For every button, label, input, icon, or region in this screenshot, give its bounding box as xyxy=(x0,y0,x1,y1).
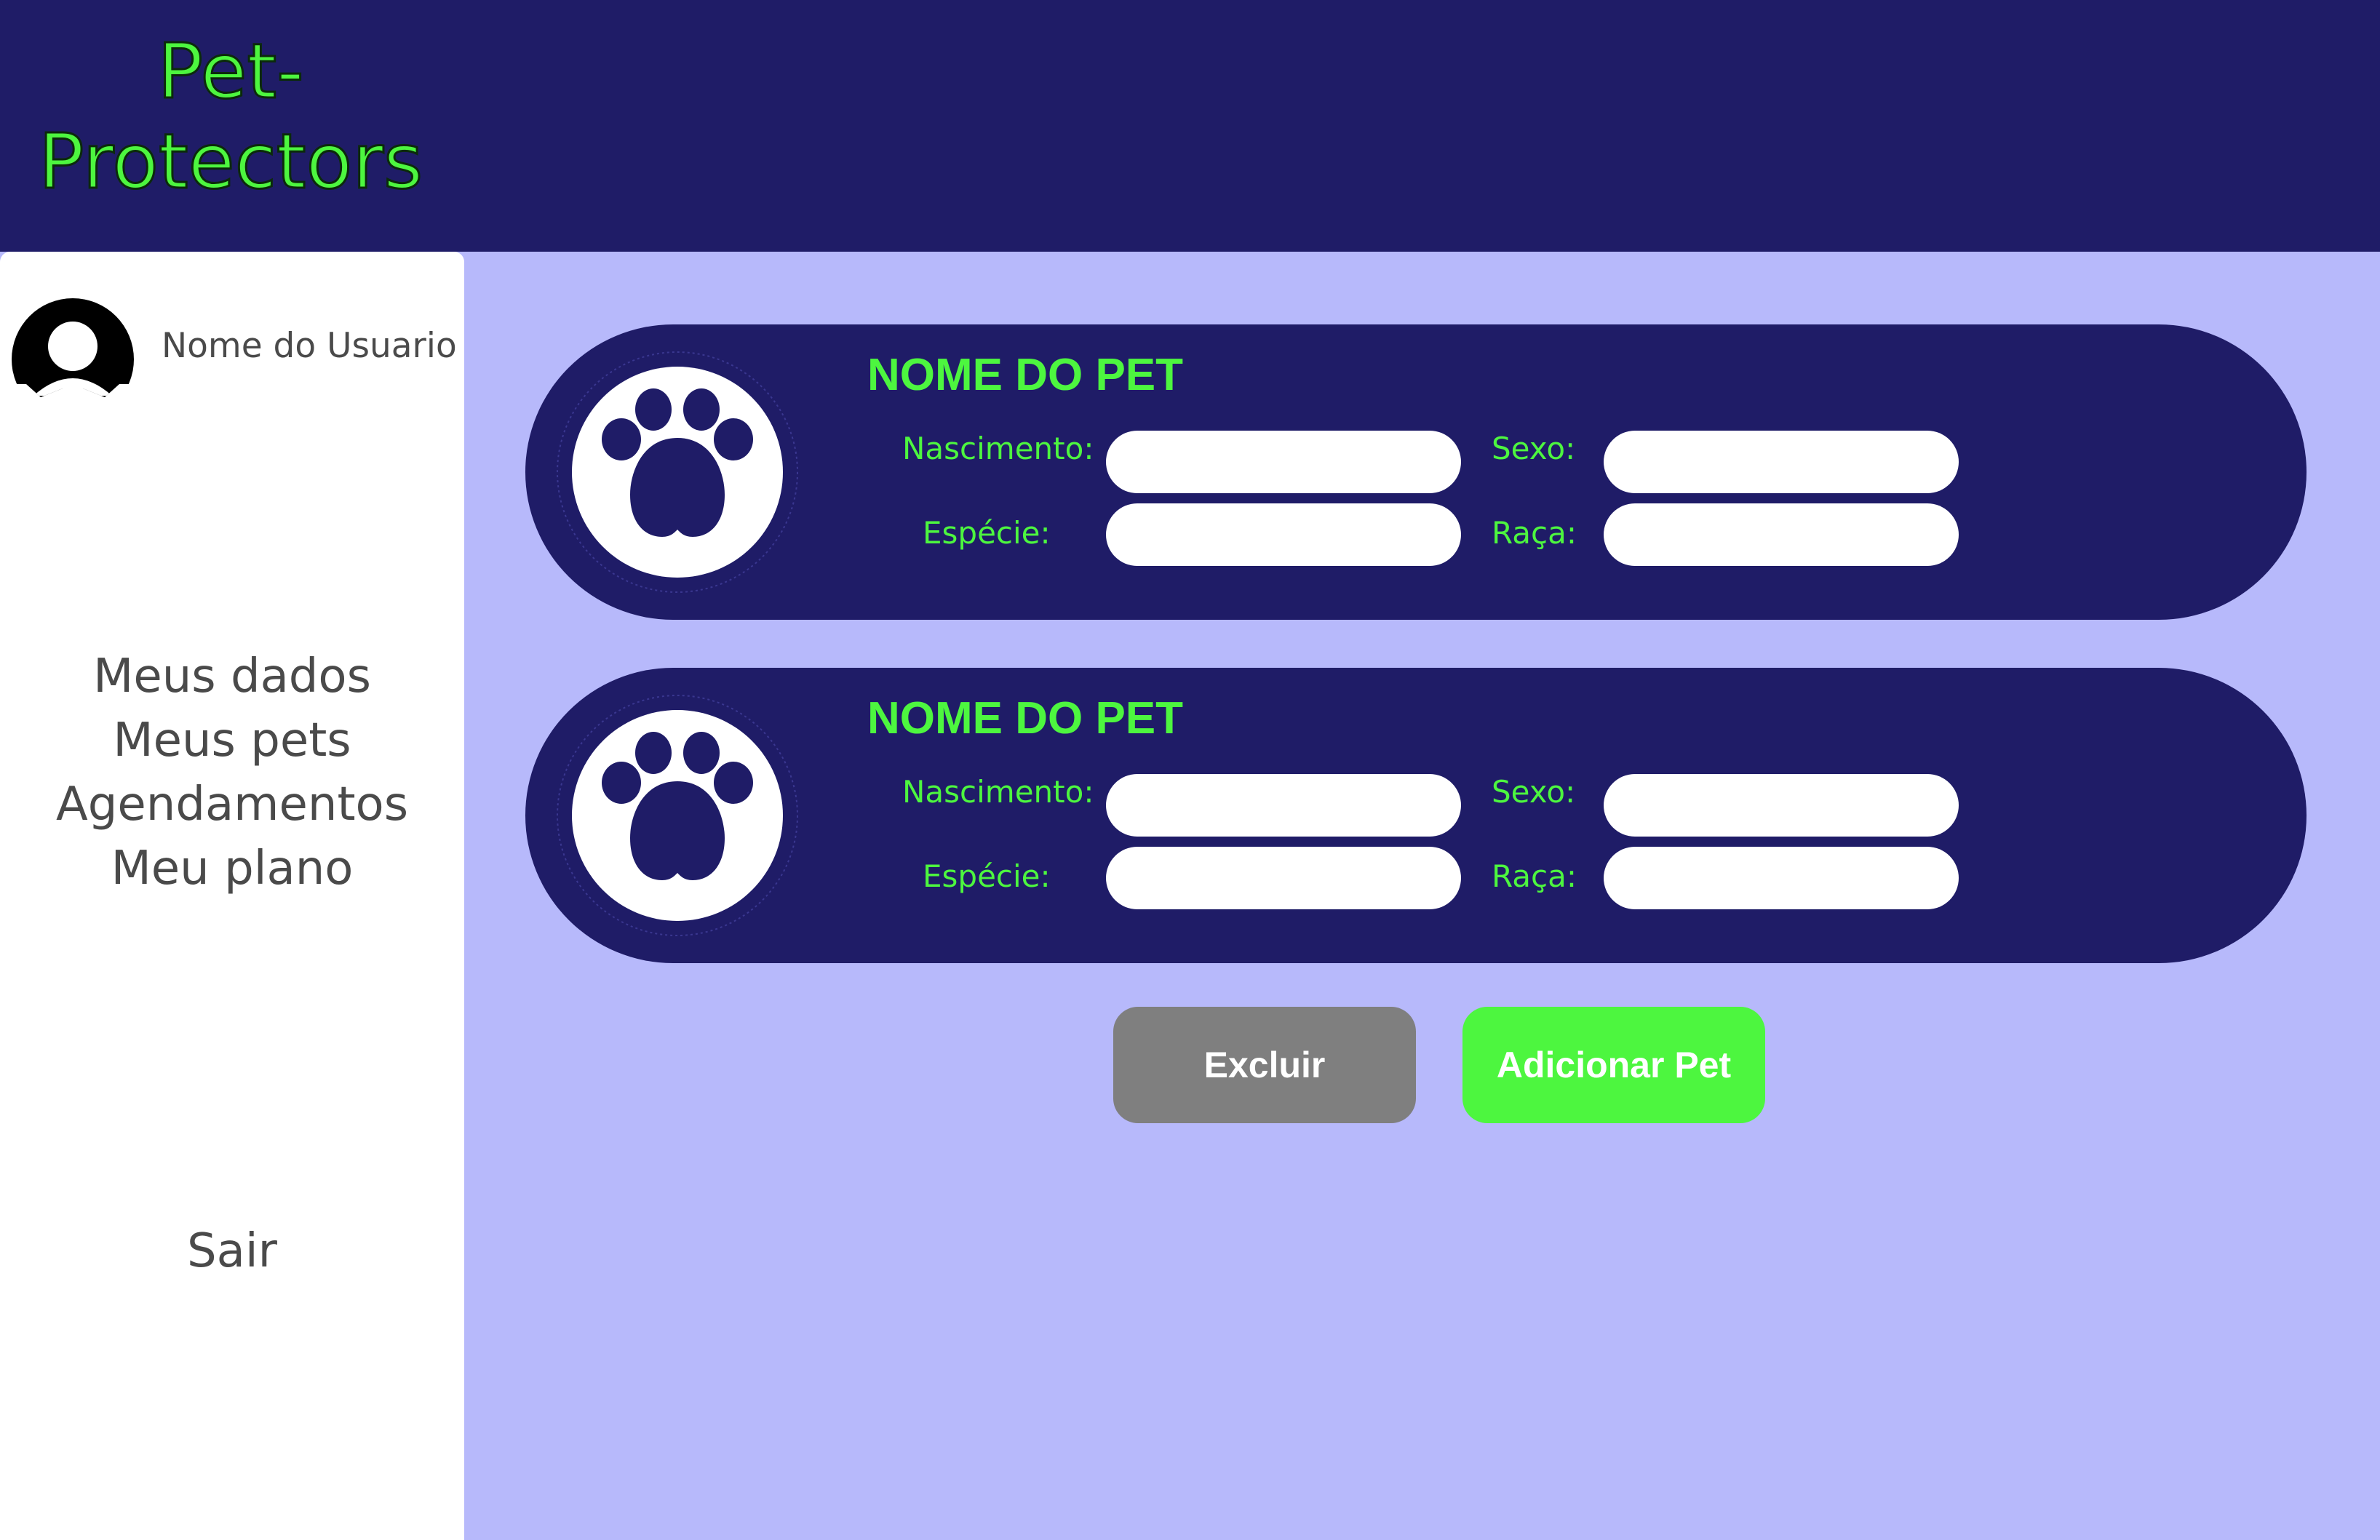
app-header: Pet- Protectors xyxy=(0,0,2380,252)
pet-name: NOME DO PET xyxy=(867,693,1184,743)
pet-name: NOME DO PET xyxy=(867,350,1184,400)
logo-line-1: Pet- xyxy=(156,26,305,117)
paw-icon xyxy=(557,351,798,593)
species-field[interactable] xyxy=(1106,847,1461,909)
breed-label: Raça: xyxy=(1492,858,1577,894)
birth-label: Nascimento: xyxy=(902,774,1094,810)
sex-label: Sexo: xyxy=(1492,431,1576,466)
sex-field[interactable] xyxy=(1604,431,1959,493)
species-field[interactable] xyxy=(1106,503,1461,566)
logout-link[interactable]: Sair xyxy=(0,1219,464,1283)
nav-item-appointments[interactable]: Agendamentos xyxy=(0,773,464,837)
breed-label: Raça: xyxy=(1492,515,1577,551)
pet-card: NOME DO PET Nascimento: Sexo: Espécie: R… xyxy=(525,324,2307,620)
breed-field[interactable] xyxy=(1604,847,1959,909)
species-label: Espécie: xyxy=(923,858,1051,894)
nav-item-my-plan[interactable]: Meu plano xyxy=(0,837,464,901)
breed-field[interactable] xyxy=(1604,503,1959,566)
sex-field[interactable] xyxy=(1604,774,1959,837)
birth-label: Nascimento: xyxy=(902,431,1094,466)
user-avatar-icon[interactable] xyxy=(12,298,134,397)
add-pet-button[interactable]: Adicionar Pet xyxy=(1462,1007,1765,1123)
user-name: Nome do Usuario xyxy=(162,326,457,366)
nav-item-my-pets[interactable]: Meus pets xyxy=(0,709,464,773)
delete-button[interactable]: Excluir xyxy=(1113,1007,1416,1123)
app-logo[interactable]: Pet- Protectors xyxy=(0,26,461,207)
species-label: Espécie: xyxy=(923,515,1051,551)
birth-field[interactable] xyxy=(1106,431,1461,493)
nav-item-my-data[interactable]: Meus dados xyxy=(0,645,464,709)
sidebar-nav: Meus dados Meus pets Agendamentos Meu pl… xyxy=(0,645,464,901)
pet-card: NOME DO PET Nascimento: Sexo: Espécie: R… xyxy=(525,668,2307,963)
birth-field[interactable] xyxy=(1106,774,1461,837)
paw-icon xyxy=(557,695,798,936)
logo-line-2: Protectors xyxy=(37,116,423,207)
sex-label: Sexo: xyxy=(1492,774,1576,810)
